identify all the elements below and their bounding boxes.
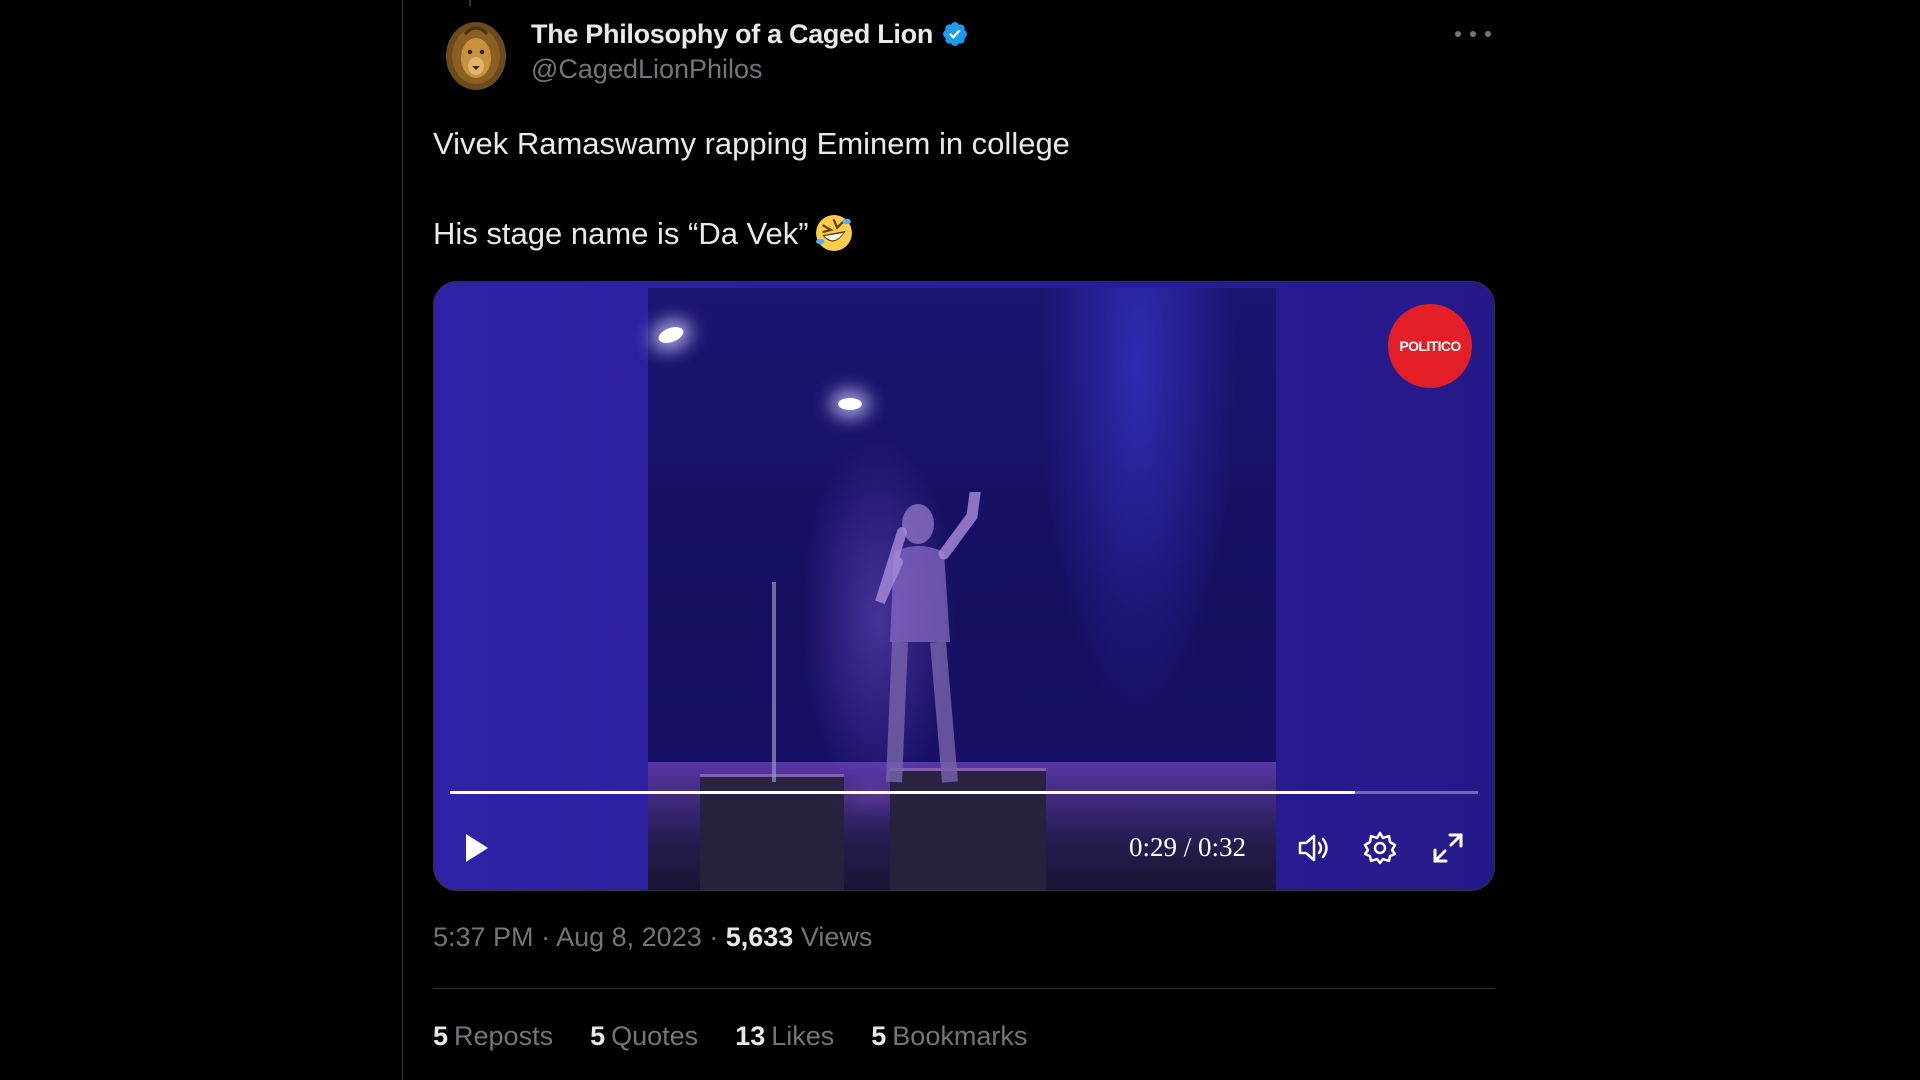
tweet-text-line2: His stage name is “Da Vek” [433,216,809,251]
stat-count: 5 [871,1021,887,1051]
more-dot [1485,31,1491,37]
tweet-meta: 5:37 PM · Aug 8, 2023 · 5,633 Views [433,922,872,953]
views-label: Views [800,922,873,952]
fullscreen-icon[interactable] [1430,830,1466,866]
tweet-text-line: Vivek Ramaswamy rapping Eminem in colleg… [433,126,1070,161]
tweet-header: The Philosophy of a Caged Lion @CagedLio… [433,14,1495,94]
stat-count: 13 [735,1021,766,1051]
verified-badge-icon[interactable] [941,20,969,48]
column-divider [402,0,403,1080]
video-time: 0:29 / 0:32 [1129,832,1247,862]
stage-light [838,398,862,410]
video-controls: 0:29 / 0:32 [434,822,1494,872]
more-dot [1470,31,1476,37]
lion-avatar-icon [446,22,506,90]
stat-reposts[interactable]: 5 Reposts [433,1021,553,1052]
display-name-row: The Philosophy of a Caged Lion [531,16,969,52]
stat-count: 5 [590,1021,606,1051]
more-dot [1455,31,1461,37]
play-icon[interactable] [458,830,494,866]
display-name[interactable]: The Philosophy of a Caged Lion [531,19,933,50]
settings-icon[interactable] [1362,830,1398,866]
avatar[interactable] [441,16,511,92]
more-options-icon[interactable] [1455,24,1491,44]
tweet-text-line: His stage name is “Da Vek” [433,212,1493,256]
divider [433,988,1495,989]
stat-likes[interactable]: 13 Likes [735,1021,834,1052]
stat-quotes[interactable]: 5 Quotes [590,1021,698,1052]
stat-label: Reposts [454,1021,554,1051]
rolling-on-floor-laughing-emoji-icon [815,215,852,251]
mic-stand [772,582,776,782]
page: The Philosophy of a Caged Lion @CagedLio… [0,0,1920,1080]
video-progress-fill [450,791,1355,794]
meta-separator: · [709,922,726,952]
stat-label: Likes [771,1021,835,1051]
thread-line [469,0,471,6]
tweet-text: Vivek Ramaswamy rapping Eminem in colleg… [433,122,1493,256]
meta-separator: · [541,922,557,952]
stat-label: Bookmarks [892,1021,1028,1051]
politico-watermark: POLITICO [1388,304,1472,388]
volume-icon[interactable] [1296,830,1332,866]
tweet-time[interactable]: 5:37 PM [433,922,534,952]
video-player[interactable]: POLITICO 0:29 / 0:32 [433,281,1495,891]
stat-label: Quotes [611,1021,699,1051]
author-names: The Philosophy of a Caged Lion @CagedLio… [531,16,969,85]
author-handle[interactable]: @CagedLionPhilos [531,54,969,85]
tweet-date[interactable]: Aug 8, 2023 [556,922,702,952]
tweet-stats: 5 Reposts 5 Quotes 13 Likes 5 Bookmarks [433,1021,1064,1052]
stat-count: 5 [433,1021,449,1051]
video-progress-bar[interactable] [450,791,1478,794]
stat-bookmarks[interactable]: 5 Bookmarks [871,1021,1027,1052]
performer-figure [875,492,981,783]
views-count: 5,633 [725,922,794,952]
